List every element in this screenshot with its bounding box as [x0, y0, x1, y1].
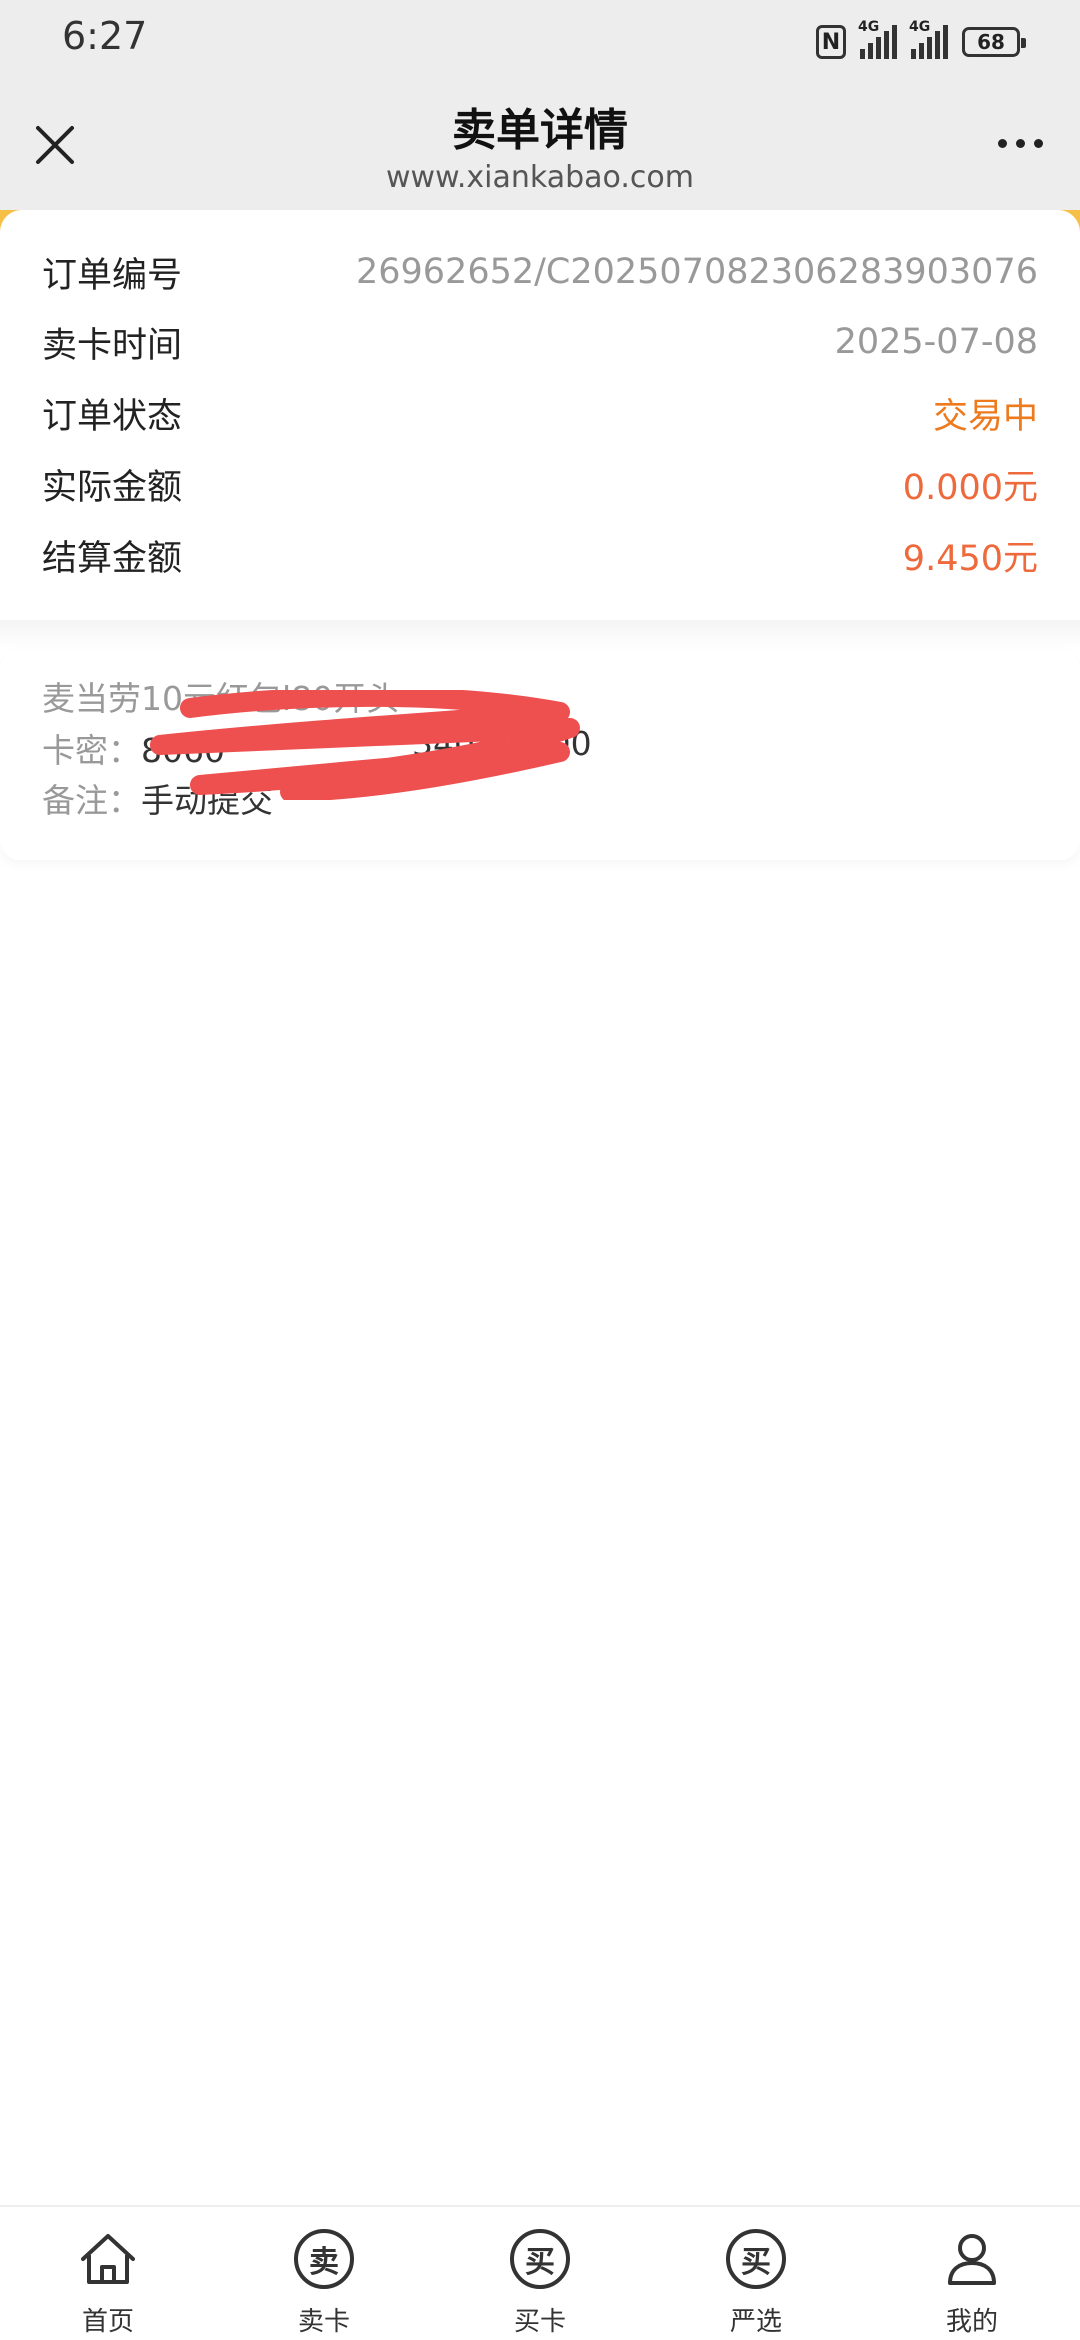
status-time: 6:27	[62, 14, 148, 58]
section-divider	[0, 620, 1080, 650]
actual-amount-row: 实际金额 0.000元	[42, 454, 1038, 514]
tab-selection-label: 严选	[729, 2307, 782, 2337]
tab-home-label: 首页	[81, 2307, 134, 2337]
order-id-row: 订单编号 26962652/C202507082306283903076	[42, 242, 1038, 302]
settle-amount-label: 结算金额	[42, 538, 183, 579]
remark-label: 备注：	[42, 781, 141, 820]
battery-icon: 68	[962, 27, 1026, 57]
sell-time-value: 2025-07-08	[834, 322, 1038, 362]
actual-amount-label: 实际金额	[42, 467, 183, 508]
order-id-value: 26962652/C202507082306283903076	[355, 252, 1038, 292]
status-icons: N 4G 4G 68	[816, 19, 1026, 62]
tab-buy-card-label: 买卡	[513, 2307, 566, 2337]
sell-icon: 卖	[294, 2229, 354, 2289]
tab-sell-card-label: 卖卡	[297, 2307, 350, 2337]
signal-icon: 4G	[858, 19, 897, 59]
order-id-label: 订单编号	[42, 255, 183, 296]
actual-amount-value: 0.000元	[902, 467, 1038, 508]
tab-home[interactable]: 首页	[28, 2207, 188, 2340]
tab-profile-label: 我的	[945, 2307, 998, 2337]
profile-icon	[940, 2227, 1004, 2291]
sell-time-label: 卖卡时间	[42, 325, 183, 366]
order-status-row: 订单状态 交易中	[42, 383, 1038, 443]
order-status-value: 交易中	[932, 396, 1038, 437]
order-info-card: 订单编号 26962652/C202507082306283903076 卖卡时…	[0, 210, 1080, 620]
redaction-scribble	[150, 690, 580, 800]
page-url: www.xiankabao.com	[386, 160, 694, 195]
signal-icon-2: 4G	[909, 19, 948, 59]
status-bar: 6:27 N 4G 4G 68	[0, 0, 1080, 80]
page-title: 卖单详情	[452, 105, 628, 156]
tab-profile[interactable]: 我的	[892, 2207, 1052, 2340]
sell-time-row: 卖卡时间 2025-07-08	[42, 312, 1038, 372]
settle-amount-row: 结算金额 9.450元	[42, 525, 1038, 585]
home-icon	[76, 2227, 140, 2291]
select-icon: 买	[726, 2229, 786, 2289]
tab-selection[interactable]: 买 严选	[676, 2207, 836, 2340]
more-dot-icon	[1015, 138, 1025, 148]
order-status-label: 订单状态	[42, 396, 183, 437]
settle-amount-value: 9.450元	[902, 538, 1038, 579]
nfc-icon: N	[816, 25, 846, 59]
tab-buy-card[interactable]: 买 买卡	[460, 2207, 620, 2340]
tab-sell-card[interactable]: 卖 卖卡	[244, 2207, 404, 2340]
more-dot-icon	[1033, 138, 1043, 148]
more-button[interactable]	[990, 128, 1050, 158]
header: 卖单详情 www.xiankabao.com	[0, 80, 1080, 210]
more-dot-icon	[997, 138, 1007, 148]
bottom-tab-bar: 首页 卖 卖卡 买 买卡 买 严选 我的	[0, 2205, 1080, 2340]
card-pin-label: 卡密：	[42, 731, 141, 770]
buy-icon: 买	[510, 2229, 570, 2289]
